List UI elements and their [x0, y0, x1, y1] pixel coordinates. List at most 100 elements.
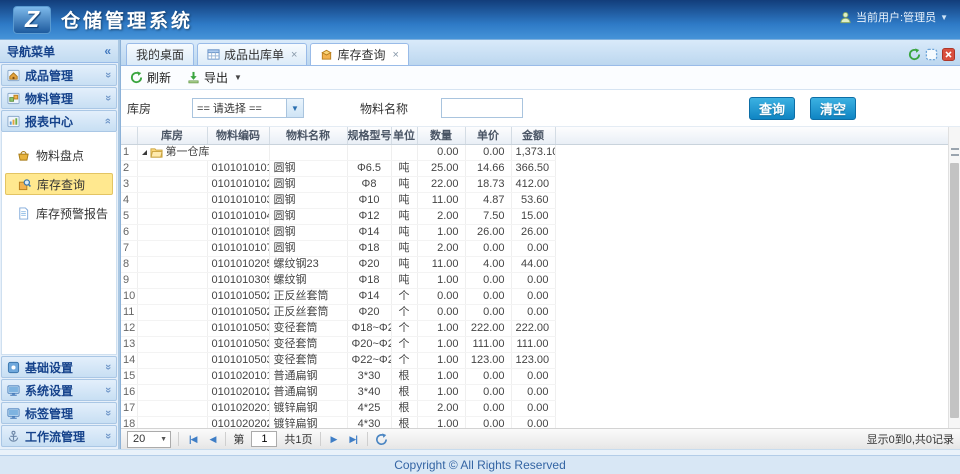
table-row[interactable]: 170101020201镀锌扁钢4*25根2.000.000.00 [121, 400, 555, 416]
sidebar-section[interactable]: 标签管理» [1, 402, 117, 424]
row-number: 4 [121, 192, 137, 208]
current-user-menu[interactable]: 当前用户:管理员 ▼ [839, 9, 948, 25]
sidebar-item[interactable]: 物料盘点 [5, 144, 113, 166]
scrollbar-thumb[interactable] [950, 163, 959, 418]
refresh-label: 刷新 [147, 69, 171, 86]
column-menu-icon[interactable] [951, 148, 959, 156]
sidebar-item-label: 物料盘点 [36, 147, 84, 164]
quantity-cell: 2.00 [417, 240, 465, 256]
table-row[interactable]: 60101010105圆钢Φ14吨1.0026.0026.00 [121, 224, 555, 240]
table-row[interactable]: 14010101050303变径套筒Φ22~Φ25个1.00123.00123.… [121, 352, 555, 368]
refresh-tabs-icon[interactable] [908, 48, 921, 61]
last-page-button[interactable]: ▶| [346, 434, 359, 445]
export-button[interactable]: 导出 ▼ [187, 69, 242, 86]
material-name-cell: 普通扁钢 [269, 368, 347, 384]
page-size-select[interactable]: 20 ▼ [127, 431, 171, 448]
first-page-button[interactable]: |◀ [186, 434, 199, 445]
material-name-cell: 螺纹钢 [269, 272, 347, 288]
table-row[interactable]: 90101010309螺纹钢Φ18吨1.000.000.00 [121, 272, 555, 288]
table-row[interactable]: 80101010205螺纹钢23Φ20吨11.004.0044.00 [121, 256, 555, 272]
prev-page-button[interactable]: ◀ [206, 434, 218, 445]
table-row[interactable]: 150101020101普通扁钢3*30根1.000.000.00 [121, 368, 555, 384]
sidebar-item[interactable]: 库存预警报告 [5, 202, 113, 224]
warehouse-tree-node: 第一仓库 [142, 145, 265, 160]
tab-label: 我的桌面 [136, 46, 184, 63]
tab-close-icon[interactable]: × [392, 49, 398, 61]
quantity-cell: 11.00 [417, 192, 465, 208]
column-header[interactable]: 物料编码 [207, 127, 269, 144]
sidebar-section[interactable]: 基础设置» [1, 356, 117, 378]
column-header[interactable]: 单价 [465, 127, 511, 144]
page-number-input[interactable] [251, 431, 277, 447]
material-code-cell: 0101010107 [207, 240, 269, 256]
unit-price-cell: 0.00 [465, 368, 511, 384]
clear-button[interactable]: 清空 [810, 97, 856, 120]
unit-cell: 个 [391, 336, 417, 352]
tab-3[interactable]: 库存查询× [310, 43, 408, 65]
table-row[interactable]: 20101010101圆钢Φ6.5吨25.0014.66366.50 [121, 160, 555, 176]
maximize-tab-icon[interactable] [925, 48, 938, 61]
sidebar-section[interactable]: 成品管理» [1, 64, 117, 86]
material-name-input[interactable] [441, 98, 523, 118]
query-button[interactable]: 查询 [749, 97, 795, 120]
column-header[interactable]: 单位 [391, 127, 417, 144]
amount-cell: 0.00 [511, 304, 555, 320]
spec-cell: Φ18 [347, 272, 391, 288]
unit-price-cell: 0.00 [465, 272, 511, 288]
spec-cell: 3*40 [347, 384, 391, 400]
quantity-cell: 0.00 [417, 144, 465, 160]
unit-price-cell: 14.66 [465, 160, 511, 176]
monitor-icon [7, 407, 20, 420]
material-name-cell: 变径套筒 [269, 336, 347, 352]
chevron-down-icon: » [102, 95, 114, 101]
next-page-button[interactable]: ▶ [328, 434, 340, 445]
expand-icon[interactable] [142, 150, 147, 155]
reload-icon[interactable] [375, 433, 388, 446]
table-row[interactable]: 11010101050204正反丝套筒Φ20个0.000.000.00 [121, 304, 555, 320]
table-row[interactable]: 10010101050201正反丝套筒Φ14个0.000.000.00 [121, 288, 555, 304]
table-row[interactable]: 13010101050302变径套筒Φ20~Φ22个1.00111.00111.… [121, 336, 555, 352]
close-tab-icon[interactable] [942, 48, 955, 61]
sidebar-collapse-icon[interactable]: « [104, 44, 111, 58]
refresh-button[interactable]: 刷新 [130, 69, 171, 86]
page-prefix-label: 第 [233, 431, 244, 447]
column-header[interactable]: 金额 [511, 127, 555, 144]
chevron-down-icon: » [102, 387, 114, 393]
sidebar-section[interactable]: 系统设置» [1, 379, 117, 401]
warehouse-cell [137, 320, 207, 336]
tab-1[interactable]: 我的桌面 [126, 43, 194, 65]
table-row[interactable]: 30101010102圆钢Φ8吨22.0018.73412.00 [121, 176, 555, 192]
table-row[interactable]: 160101020102普通扁钢3*40根1.000.000.00 [121, 384, 555, 400]
spec-cell: Φ22~Φ25 [347, 352, 391, 368]
unit-cell: 根 [391, 384, 417, 400]
tab-close-icon[interactable]: × [291, 49, 297, 61]
table-row[interactable]: 40101010103圆钢Φ10吨11.004.8753.60 [121, 192, 555, 208]
table-row[interactable]: 50101010104圆钢Φ12吨2.007.5015.00 [121, 208, 555, 224]
sidebar-section[interactable]: 工作流管理» [1, 425, 117, 447]
unit-cell: 根 [391, 368, 417, 384]
warehouse-cell [137, 352, 207, 368]
table-row[interactable]: 180101020202镀锌扁钢4*30根1.000.000.00 [121, 416, 555, 428]
sidebar-section[interactable]: 物料管理» [1, 87, 117, 109]
quantity-cell: 0.00 [417, 288, 465, 304]
warehouse-cell [137, 288, 207, 304]
material-name-cell: 变径套筒 [269, 320, 347, 336]
sidebar-item[interactable]: 库存查询 [5, 173, 113, 195]
table-row[interactable]: 12010101050301变径套筒Φ18~Φ20个1.00222.00222.… [121, 320, 555, 336]
column-header[interactable]: 规格型号 [347, 127, 391, 144]
table-group-row[interactable]: 1第一仓库0.000.001,373.10 [121, 144, 555, 160]
material-code-cell: 0101010309 [207, 272, 269, 288]
warehouse-cell [137, 272, 207, 288]
column-header[interactable]: 物料名称 [269, 127, 347, 144]
table-row[interactable]: 70101010107圆钢Φ18吨2.000.000.00 [121, 240, 555, 256]
sidebar-section[interactable]: 报表中心» [1, 110, 117, 132]
warehouse-select[interactable]: == 请选择 == ▼ [192, 98, 304, 118]
quantity-cell: 1.00 [417, 416, 465, 428]
tab-2[interactable]: 成品出库单× [197, 43, 307, 65]
column-header[interactable]: 数量 [417, 127, 465, 144]
column-header[interactable]: 库房 [137, 127, 207, 144]
material-name-cell: 圆钢 [269, 240, 347, 256]
warehouse-cell [137, 336, 207, 352]
vertical-scrollbar[interactable] [948, 127, 960, 428]
query-icon [18, 178, 31, 191]
